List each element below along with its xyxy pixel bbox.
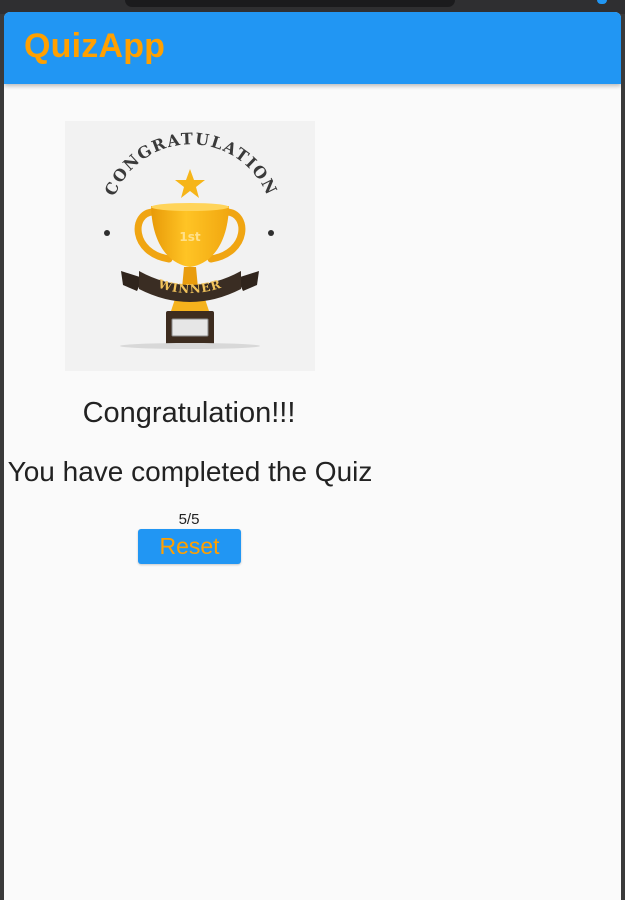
left-dot	[104, 230, 110, 236]
status-indicator-icon	[597, 0, 607, 4]
app-title: QuizApp	[24, 27, 166, 65]
trophy-plaque	[171, 318, 209, 337]
trophy-rim	[151, 203, 229, 211]
camera-notch	[125, 0, 455, 7]
trophy-image: CONGRATULATION 1st WINNER	[65, 121, 315, 371]
score-text: 5/5	[178, 511, 200, 528]
congratulation-heading: Congratulation!!!	[82, 397, 296, 429]
app-bar: QuizApp	[4, 12, 621, 84]
star-icon	[175, 169, 205, 198]
app-screen: QuizApp CONGRATULATION 1st WINNER Congra…	[4, 12, 621, 900]
right-dot	[268, 230, 274, 236]
trophy-illustration: CONGRATULATION 1st WINNER	[101, 129, 280, 349]
cup-rank-text: 1st	[179, 230, 200, 244]
trophy-shadow	[120, 343, 260, 349]
quiz-complete-message: You have completed the Quiz	[7, 456, 373, 487]
reset-button[interactable]: Reset	[138, 529, 241, 564]
